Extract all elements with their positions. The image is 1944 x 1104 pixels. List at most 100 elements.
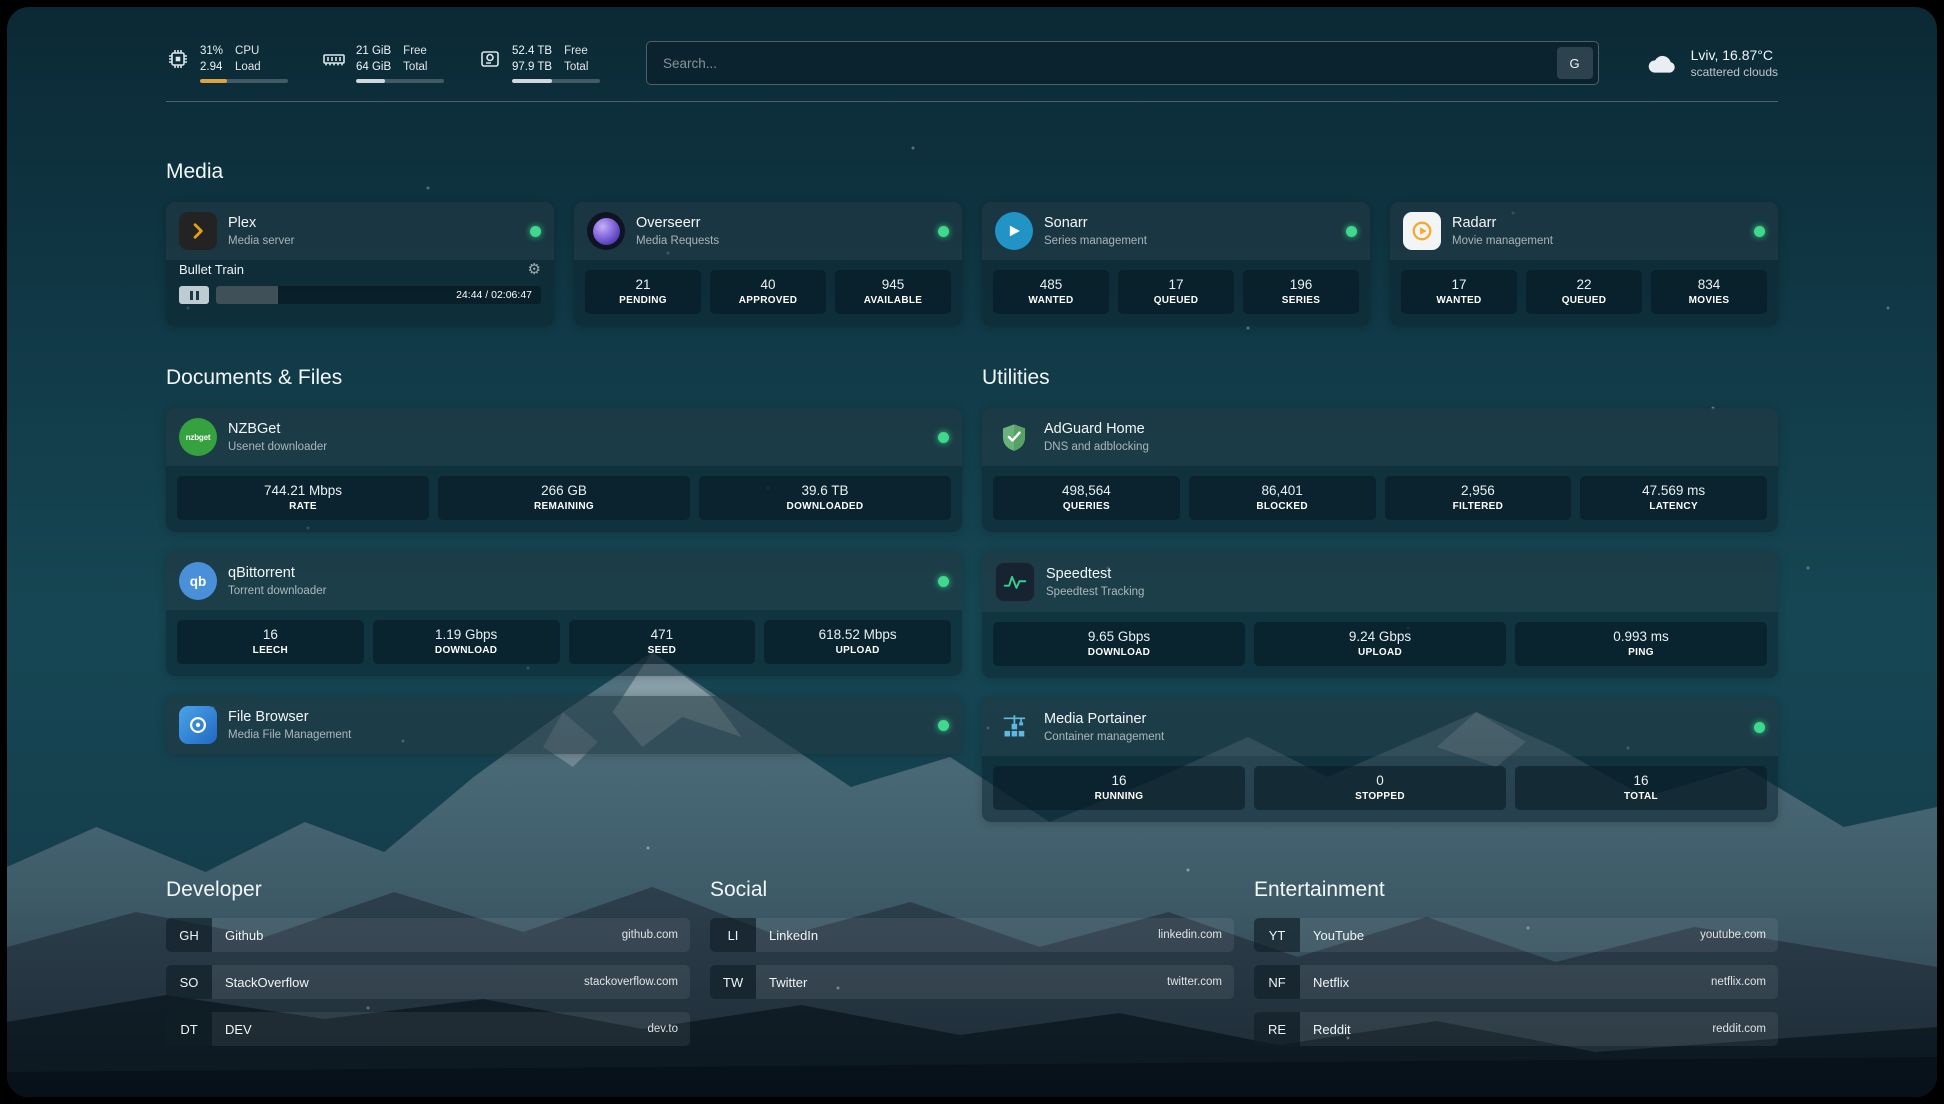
bookmark-abbr: GH [166, 918, 212, 952]
status-dot [938, 576, 949, 587]
service-name: File Browser [228, 709, 351, 726]
stat-upload: 618.52 MbpsUPLOAD [764, 620, 951, 664]
bookmark-abbr: SO [166, 965, 212, 999]
bookmark-url: netflix.com [1711, 976, 1766, 988]
section-title-developer: Developer [166, 878, 690, 902]
service-card-qbittorrent: qb qBittorrent Torrent downloader 16LEEC… [166, 552, 962, 676]
search-bar: G [646, 41, 1599, 85]
plex-icon [179, 212, 217, 250]
stat-stopped: 0STOPPED [1254, 766, 1506, 810]
search-provider-button[interactable]: G [1557, 47, 1593, 79]
service-desc: Speedtest Tracking [1046, 586, 1144, 598]
service-name: Radarr [1452, 215, 1553, 232]
stat-upload: 9.24 GbpsUPLOAD [1254, 622, 1506, 666]
bookmark-url: linkedin.com [1158, 929, 1222, 941]
bookmark-abbr: DT [166, 1012, 212, 1046]
qbittorrent-icon: qb [179, 562, 217, 600]
status-dot [530, 226, 541, 237]
stat-queued: 22QUEUED [1526, 270, 1642, 314]
bookmark-name: Reddit [1313, 1022, 1351, 1037]
service-card-filebrowser: File Browser Media File Management [166, 696, 962, 754]
bookmark-url: github.com [622, 929, 678, 941]
disk-free-value: 52.4 TB [512, 43, 552, 59]
filebrowser-link[interactable]: File Browser Media File Management [166, 696, 962, 754]
disk-label-bottom: Total [564, 59, 588, 75]
search-input[interactable] [661, 55, 1557, 72]
service-desc: Torrent downloader [228, 585, 326, 597]
service-card-nzbget: nzbget NZBGet Usenet downloader 744.21 M… [166, 408, 962, 532]
gear-icon[interactable]: ⚙ [528, 262, 541, 277]
pause-button[interactable] [179, 286, 209, 304]
adguard-link[interactable]: AdGuard Home DNS and adblocking [982, 408, 1778, 466]
documents-column: Documents & Files nzbget NZBGet Usenet d… [166, 366, 962, 754]
memory-widget: 21 GiB 64 GiB Free Total [322, 43, 444, 83]
radarr-link[interactable]: Radarr Movie management [1390, 202, 1778, 260]
stat-approved: 40APPROVED [710, 270, 826, 314]
portainer-link[interactable]: Media Portainer Container management [982, 698, 1778, 756]
service-desc: Usenet downloader [228, 441, 327, 453]
bookmark-name: Github [225, 928, 263, 943]
utilities-column: Utilities AdGuard Home [982, 366, 1778, 822]
qbittorrent-link[interactable]: qb qBittorrent Torrent downloader [166, 552, 962, 610]
disk-label-top: Free [564, 43, 588, 59]
disk-total-value: 97.9 TB [512, 59, 552, 75]
service-name: Media Portainer [1044, 711, 1164, 728]
service-card-sonarr: Sonarr Series management 485WANTED 17QUE… [982, 202, 1370, 326]
disk-widget: 52.4 TB 97.9 TB Free Total [478, 43, 600, 83]
top-bar: 31% 2.94 CPU Load [166, 7, 1778, 85]
weather-widget: Lviv, 16.87°C scattered clouds [1645, 47, 1778, 79]
stat-available: 945AVAILABLE [835, 270, 951, 314]
speedtest-link[interactable]: Speedtest Speedtest Tracking [982, 552, 1778, 612]
speedtest-pulse-icon [995, 562, 1035, 602]
service-name: Sonarr [1044, 215, 1147, 232]
cloud-icon [1645, 50, 1679, 76]
bookmark-url: twitter.com [1167, 976, 1222, 988]
service-desc: Media server [228, 235, 294, 247]
stat-latency: 47.569 msLATENCY [1580, 476, 1767, 520]
bookmark-youtube[interactable]: YT YouTube youtube.com [1254, 918, 1778, 952]
bookmark-url: stackoverflow.com [584, 976, 678, 988]
bookmarks-entertainment: Entertainment YT YouTube youtube.com NF … [1254, 878, 1778, 1046]
cpu-usage-bar [200, 79, 288, 83]
bookmark-abbr: LI [710, 918, 756, 952]
media-grid: Plex Media server Bullet Train ⚙ 24: [166, 202, 1778, 326]
section-title-social: Social [710, 878, 1234, 902]
service-card-overseerr: Overseerr Media Requests 21PENDING 40APP… [574, 202, 962, 326]
service-card-portainer: Media Portainer Container management 16R… [982, 698, 1778, 822]
bookmark-abbr: TW [710, 965, 756, 999]
memory-total-value: 64 GiB [356, 59, 391, 75]
bookmark-twitter[interactable]: TW Twitter twitter.com [710, 965, 1234, 999]
bookmark-stackoverflow[interactable]: SO StackOverflow stackoverflow.com [166, 965, 690, 999]
overseerr-icon [587, 212, 625, 250]
bookmark-url: reddit.com [1712, 1023, 1766, 1035]
service-name: qBittorrent [228, 565, 326, 582]
bookmark-abbr: YT [1254, 918, 1300, 952]
stat-download: 1.19 GbpsDOWNLOAD [373, 620, 560, 664]
bookmark-linkedin[interactable]: LI LinkedIn linkedin.com [710, 918, 1234, 952]
playback-progress-bar[interactable]: 24:44 / 02:06:47 [216, 286, 541, 304]
bookmark-netflix[interactable]: NF Netflix netflix.com [1254, 965, 1778, 999]
bookmark-github[interactable]: GH Github github.com [166, 918, 690, 952]
service-desc: Container management [1044, 731, 1164, 743]
service-name: Overseerr [636, 215, 719, 232]
memory-label-top: Free [403, 43, 427, 59]
nzbget-icon: nzbget [179, 418, 217, 456]
bookmark-reddit[interactable]: RE Reddit reddit.com [1254, 1012, 1778, 1046]
stat-queries: 498,564QUERIES [993, 476, 1180, 520]
bookmark-dev[interactable]: DT DEV dev.to [166, 1012, 690, 1046]
plex-link[interactable]: Plex Media server [166, 202, 554, 260]
bookmark-name: LinkedIn [769, 928, 818, 943]
memory-label-bottom: Total [403, 59, 427, 75]
disk-icon [478, 47, 502, 71]
nzbget-link[interactable]: nzbget NZBGet Usenet downloader [166, 408, 962, 466]
radarr-icon [1403, 212, 1441, 250]
overseerr-link[interactable]: Overseerr Media Requests [574, 202, 962, 260]
stat-running: 16RUNNING [993, 766, 1245, 810]
stat-blocked: 86,401BLOCKED [1189, 476, 1376, 520]
service-card-adguard: AdGuard Home DNS and adblocking 498,564Q… [982, 408, 1778, 532]
stat-seed: 471SEED [569, 620, 756, 664]
stat-filtered: 2,956FILTERED [1385, 476, 1572, 520]
memory-free-value: 21 GiB [356, 43, 391, 59]
cpu-label-top: CPU [235, 43, 261, 59]
sonarr-link[interactable]: Sonarr Series management [982, 202, 1370, 260]
